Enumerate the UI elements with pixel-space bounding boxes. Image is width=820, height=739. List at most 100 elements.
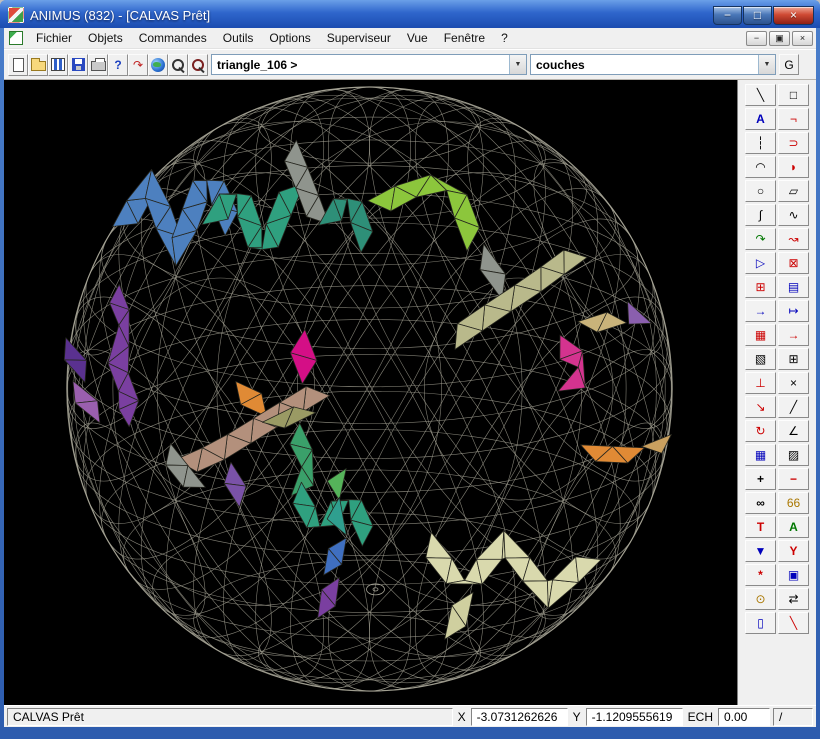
rotate-icon: ↻	[755, 424, 766, 438]
zoom-button[interactable]	[168, 53, 188, 76]
layers-combobox-value: couches	[536, 57, 585, 72]
text-button[interactable]: A	[745, 108, 776, 130]
menu-help[interactable]: ?	[493, 29, 516, 47]
y-label: Y	[572, 709, 581, 724]
line-button[interactable]: ╲	[745, 84, 776, 106]
filter-button[interactable]: ▼	[745, 540, 776, 562]
redo-button[interactable]: ↷	[128, 53, 148, 76]
delete-button[interactable]: ⊠	[778, 252, 809, 274]
chevron-down-icon[interactable]: ▼	[758, 55, 775, 74]
mdi-close-button[interactable]: ×	[792, 30, 813, 46]
context-help-button[interactable]: ?	[108, 53, 128, 76]
intersect-button[interactable]: ×	[778, 372, 809, 394]
table-button[interactable]: ▦	[745, 444, 776, 466]
axes-button[interactable]: ⊥	[745, 372, 776, 394]
ech-value: 0.00	[718, 707, 770, 726]
star-button[interactable]: *	[745, 564, 776, 586]
slope-button[interactable]: ╱	[778, 396, 809, 418]
drawing-canvas[interactable]	[4, 80, 737, 705]
arc-button[interactable]: ⊃	[778, 132, 809, 154]
close-button[interactable]: ×	[773, 5, 814, 25]
freehand-button[interactable]: ↝	[778, 228, 809, 250]
minimize-button[interactable]: −	[713, 5, 742, 25]
menu-superviseur[interactable]: Superviseur	[319, 29, 399, 47]
menu-outils[interactable]: Outils	[215, 29, 262, 47]
cylinder-icon: ▯	[757, 616, 764, 630]
half-disc-button[interactable]: ◗	[778, 156, 809, 178]
branch-button[interactable]: Y	[778, 540, 809, 562]
tile-icon: ▧	[754, 352, 767, 366]
chevron-down-icon[interactable]: ▼	[509, 55, 526, 74]
object-combobox-value: triangle_106 >	[217, 57, 298, 72]
rotate-button[interactable]: ↻	[745, 420, 776, 442]
new-window-button[interactable]: ▣	[778, 564, 809, 586]
grid-icon: ⊞	[788, 352, 799, 366]
clock-button[interactable]: ⊙	[745, 588, 776, 610]
plus-button[interactable]: +	[745, 468, 776, 490]
wave-button[interactable]: ∿	[778, 204, 809, 226]
move-icon: ⊞	[755, 280, 766, 294]
open-file-button[interactable]	[28, 53, 48, 76]
menu-objets[interactable]: Objets	[80, 29, 131, 47]
parallelogram-icon: ▱	[788, 184, 799, 198]
save-button[interactable]	[68, 53, 88, 76]
binoculars-button[interactable]: ∞	[745, 492, 776, 514]
construction-line-button[interactable]: ┆	[745, 132, 776, 154]
swap-button[interactable]: ⇄	[778, 588, 809, 610]
zoom-previous-button[interactable]	[188, 53, 208, 76]
mdi-window-buttons: − ▣ ×	[744, 30, 813, 46]
mdi-minimize-button[interactable]: −	[746, 30, 767, 46]
world-button[interactable]	[148, 53, 168, 76]
menu-vue[interactable]: Vue	[399, 29, 436, 47]
title-bar[interactable]: ANIMUS (832) - [CALVAS Prêt] − □ ×	[0, 0, 820, 28]
paste-button[interactable]: →	[745, 300, 776, 322]
window-buttons: − □ ×	[712, 5, 814, 25]
axes-icon: ⊥	[755, 376, 766, 390]
x-label: X	[457, 709, 466, 724]
import-button[interactable]: ↦	[778, 300, 809, 322]
view-columns-button[interactable]	[48, 53, 68, 76]
text-edit-button[interactable]: T	[745, 516, 776, 538]
main-area: ╲ □ A ¬ ┆ ⊃ ◠ ◗ ○ ▱ ∫ ∿ ↷ ↝ ▷ ⊠ ⊞ ▤ → ↦ ▦ → ▧ ⊞ ⊥ × ↘ ╱ ↻ ∠ ▦ ▨ + − ∞ 66 T A ▼…	[4, 80, 816, 705]
mdi-restore-button[interactable]: ▣	[769, 30, 790, 46]
menu-fenetre[interactable]: Fenêtre	[436, 29, 493, 47]
export-button[interactable]: →	[778, 324, 809, 346]
tile-button[interactable]: ▧	[745, 348, 776, 370]
polygon-button[interactable]: ▷	[745, 252, 776, 274]
array-button[interactable]: ▦	[745, 324, 776, 346]
cylinder-button[interactable]: ▯	[745, 612, 776, 634]
hatch-button[interactable]: ▨	[778, 444, 809, 466]
corner-button[interactable]: ¬	[778, 108, 809, 130]
minus-button[interactable]: −	[778, 468, 809, 490]
half-disc-icon: ◗	[789, 160, 798, 174]
grid-button[interactable]: ⊞	[778, 348, 809, 370]
menu-commandes[interactable]: Commandes	[131, 29, 215, 47]
digits-button[interactable]: 66	[778, 492, 809, 514]
copy-button[interactable]: ▤	[778, 276, 809, 298]
object-combobox[interactable]: triangle_106 > ▼	[211, 54, 527, 75]
parallelogram-button[interactable]: ▱	[778, 180, 809, 202]
binoculars-icon: ∞	[756, 496, 765, 510]
g-button[interactable]: G	[779, 54, 799, 75]
toolbar-icon-group: ? ↷	[8, 53, 208, 76]
status-bar: CALVAS Prêt X -3.0731262626 Y -1.1209555…	[4, 705, 816, 727]
print-button[interactable]	[88, 53, 108, 76]
rectangle-button[interactable]: □	[778, 84, 809, 106]
annotate-button[interactable]: A	[778, 516, 809, 538]
angle-button[interactable]: ∠	[778, 420, 809, 442]
scale-ratio: /	[773, 707, 813, 726]
new-file-button[interactable]	[8, 53, 28, 76]
arc-3pt-button[interactable]: ◠	[745, 156, 776, 178]
menu-fichier[interactable]: Fichier	[28, 29, 80, 47]
menu-options[interactable]: Options	[261, 29, 318, 47]
point-button[interactable]: ↘	[745, 396, 776, 418]
move-button[interactable]: ⊞	[745, 276, 776, 298]
document-icon[interactable]	[9, 31, 23, 45]
curve-arrow-button[interactable]: ↷	[745, 228, 776, 250]
tool-palette: ╲ □ A ¬ ┆ ⊃ ◠ ◗ ○ ▱ ∫ ∿ ↷ ↝ ▷ ⊠ ⊞ ▤ → ↦ ▦ → ▧ ⊞ ⊥ × ↘ ╱ ↻ ∠ ▦ ▨ + − ∞ 66 T A ▼…	[737, 80, 816, 705]
pen-button[interactable]: ╲	[778, 612, 809, 634]
circle-button[interactable]: ○	[745, 180, 776, 202]
layers-combobox[interactable]: couches ▼	[530, 54, 776, 75]
spline-button[interactable]: ∫	[745, 204, 776, 226]
maximize-button[interactable]: □	[743, 5, 772, 25]
